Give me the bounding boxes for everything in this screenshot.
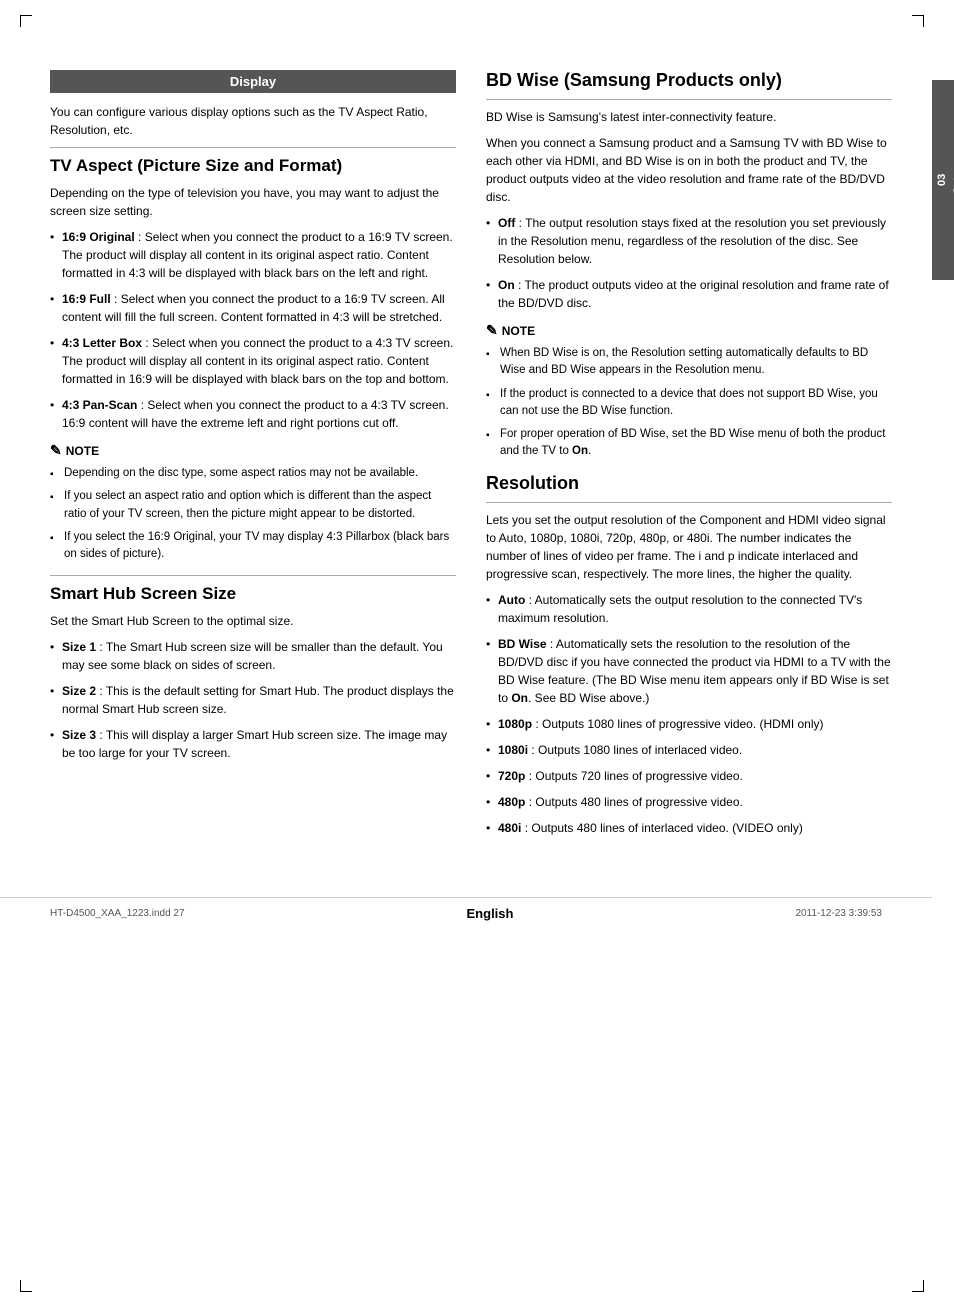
list-item: 16:9 Full : Select when you connect the …: [50, 290, 456, 326]
note-item: When BD Wise is on, the Resolution setti…: [486, 345, 892, 380]
tv-aspect-intro: Depending on the type of television you …: [50, 184, 456, 220]
desc-1080p: : Outputs 1080 lines of progressive vide…: [535, 717, 823, 731]
note-item: For proper operation of BD Wise, set the…: [486, 426, 892, 461]
term-480p: 480p: [498, 795, 525, 809]
tv-aspect-title: TV Aspect (Picture Size and Format): [50, 156, 456, 176]
term-480i: 480i: [498, 821, 521, 835]
footer-language: English: [467, 906, 514, 921]
term-size3: Size 3: [62, 728, 96, 742]
smart-hub-intro: Set the Smart Hub Screen to the optimal …: [50, 612, 456, 630]
list-item: 720p : Outputs 720 lines of progressive …: [486, 767, 892, 785]
footer-left: HT-D4500_XAA_1223.indd 27: [50, 908, 185, 919]
note-header: ✎ NOTE: [50, 442, 456, 459]
note-label: NOTE: [502, 324, 535, 338]
list-item: Size 3 : This will display a larger Smar…: [50, 726, 456, 762]
note-list: Depending on the disc type, some aspect …: [50, 465, 456, 563]
display-header-label: Display: [230, 74, 276, 89]
list-item: Size 2 : This is the default setting for…: [50, 682, 456, 718]
list-item: 1080i : Outputs 1080 lines of interlaced…: [486, 741, 892, 759]
term-1080p: 1080p: [498, 717, 532, 731]
content-area: Display You can configure various displa…: [0, 40, 932, 877]
term-43-letterbox: 4:3 Letter Box: [62, 336, 142, 350]
note-item: If you select the 16:9 Original, your TV…: [50, 529, 456, 564]
resolution-intro: Lets you set the output resolution of th…: [486, 511, 892, 583]
smart-hub-list: Size 1 : The Smart Hub screen size will …: [50, 638, 456, 762]
desc-480p: : Outputs 480 lines of progressive video…: [529, 795, 743, 809]
desc-on: : The product outputs video at the origi…: [498, 278, 889, 310]
footer-right: 2011-12-23 3:39:53: [795, 908, 882, 919]
page: 03 Setup Display You can configure vario…: [0, 0, 954, 1307]
bd-wise-title: BD Wise (Samsung Products only): [486, 70, 892, 91]
list-item: 4:3 Pan-Scan : Select when you connect t…: [50, 396, 456, 432]
side-tab-number: 03: [936, 174, 948, 186]
note-item: If you select an aspect ratio and option…: [50, 488, 456, 523]
bd-wise-divider: [486, 99, 892, 100]
note-item: If the product is connected to a device …: [486, 386, 892, 421]
list-item: 1080p : Outputs 1080 lines of progressiv…: [486, 715, 892, 733]
desc-720p: : Outputs 720 lines of progressive video…: [529, 769, 743, 783]
corner-mark-br: [912, 1280, 924, 1292]
note-icon: ✎: [486, 322, 498, 339]
desc-auto: : Automatically sets the output resoluti…: [498, 593, 862, 625]
list-item: 480p : Outputs 480 lines of progressive …: [486, 793, 892, 811]
term-169-full: 16:9 Full: [62, 292, 111, 306]
tv-aspect-list: 16:9 Original : Select when you connect …: [50, 228, 456, 432]
resolution-title: Resolution: [486, 473, 892, 494]
list-item: 16:9 Original : Select when you connect …: [50, 228, 456, 282]
display-section-header: Display: [50, 70, 456, 93]
term-size2: Size 2: [62, 684, 96, 698]
bd-wise-note: ✎ NOTE When BD Wise is on, the Resolutio…: [486, 322, 892, 461]
desc-size2: : This is the default setting for Smart …: [62, 684, 454, 716]
term-43-panscan: 4:3 Pan-Scan: [62, 398, 137, 412]
desc-off: : The output resolution stays fixed at t…: [498, 216, 886, 266]
term-1080i: 1080i: [498, 743, 528, 757]
term-on: On: [498, 278, 515, 292]
term-off: Off: [498, 216, 515, 230]
term-size1: Size 1: [62, 640, 96, 654]
list-item: Size 1 : The Smart Hub screen size will …: [50, 638, 456, 674]
corner-mark-bl: [20, 1280, 32, 1292]
list-item: BD Wise : Automatically sets the resolut…: [486, 635, 892, 707]
bd-wise-note-list: When BD Wise is on, the Resolution setti…: [486, 345, 892, 461]
resolution-list: Auto : Automatically sets the output res…: [486, 591, 892, 837]
left-column: Display You can configure various displa…: [50, 70, 456, 847]
term-720p: 720p: [498, 769, 525, 783]
corner-mark-tr: [912, 15, 924, 27]
list-item: 4:3 Letter Box : Select when you connect…: [50, 334, 456, 388]
desc-size1: : The Smart Hub screen size will be smal…: [62, 640, 443, 672]
resolution-divider: [486, 502, 892, 503]
bd-wise-list: Off : The output resolution stays fixed …: [486, 214, 892, 312]
tv-aspect-divider: [50, 147, 456, 148]
desc-size3: : This will display a larger Smart Hub s…: [62, 728, 447, 760]
list-item: On : The product outputs video at the or…: [486, 276, 892, 312]
note-label: NOTE: [66, 444, 99, 458]
term-bdwise: BD Wise: [498, 637, 547, 651]
bd-wise-note-header: ✎ NOTE: [486, 322, 892, 339]
list-item: 480i : Outputs 480 lines of interlaced v…: [486, 819, 892, 837]
bd-wise-body: When you connect a Samsung product and a…: [486, 134, 892, 206]
desc-1080i: : Outputs 1080 lines of interlaced video…: [531, 743, 742, 757]
term-169-original: 16:9 Original: [62, 230, 135, 244]
list-item: Off : The output resolution stays fixed …: [486, 214, 892, 268]
side-tab: 03 Setup: [932, 80, 954, 280]
bd-wise-intro: BD Wise is Samsung's latest inter-connec…: [486, 108, 892, 126]
smart-hub-divider: [50, 575, 456, 576]
corner-mark-tl: [20, 15, 32, 27]
smart-hub-title: Smart Hub Screen Size: [50, 584, 456, 604]
footer: HT-D4500_XAA_1223.indd 27 English 2011-1…: [0, 897, 932, 929]
list-item: Auto : Automatically sets the output res…: [486, 591, 892, 627]
note-item: Depending on the disc type, some aspect …: [50, 465, 456, 482]
desc-169-full: : Select when you connect the product to…: [62, 292, 445, 324]
desc-bdwise: : Automatically sets the resolution to t…: [498, 637, 891, 705]
display-intro: You can configure various display option…: [50, 103, 456, 139]
note-icon: ✎: [50, 442, 62, 459]
desc-480i: : Outputs 480 lines of interlaced video.…: [525, 821, 803, 835]
right-column: BD Wise (Samsung Products only) BD Wise …: [486, 70, 892, 847]
term-auto: Auto: [498, 593, 525, 607]
tv-aspect-note: ✎ NOTE Depending on the disc type, some …: [50, 442, 456, 563]
